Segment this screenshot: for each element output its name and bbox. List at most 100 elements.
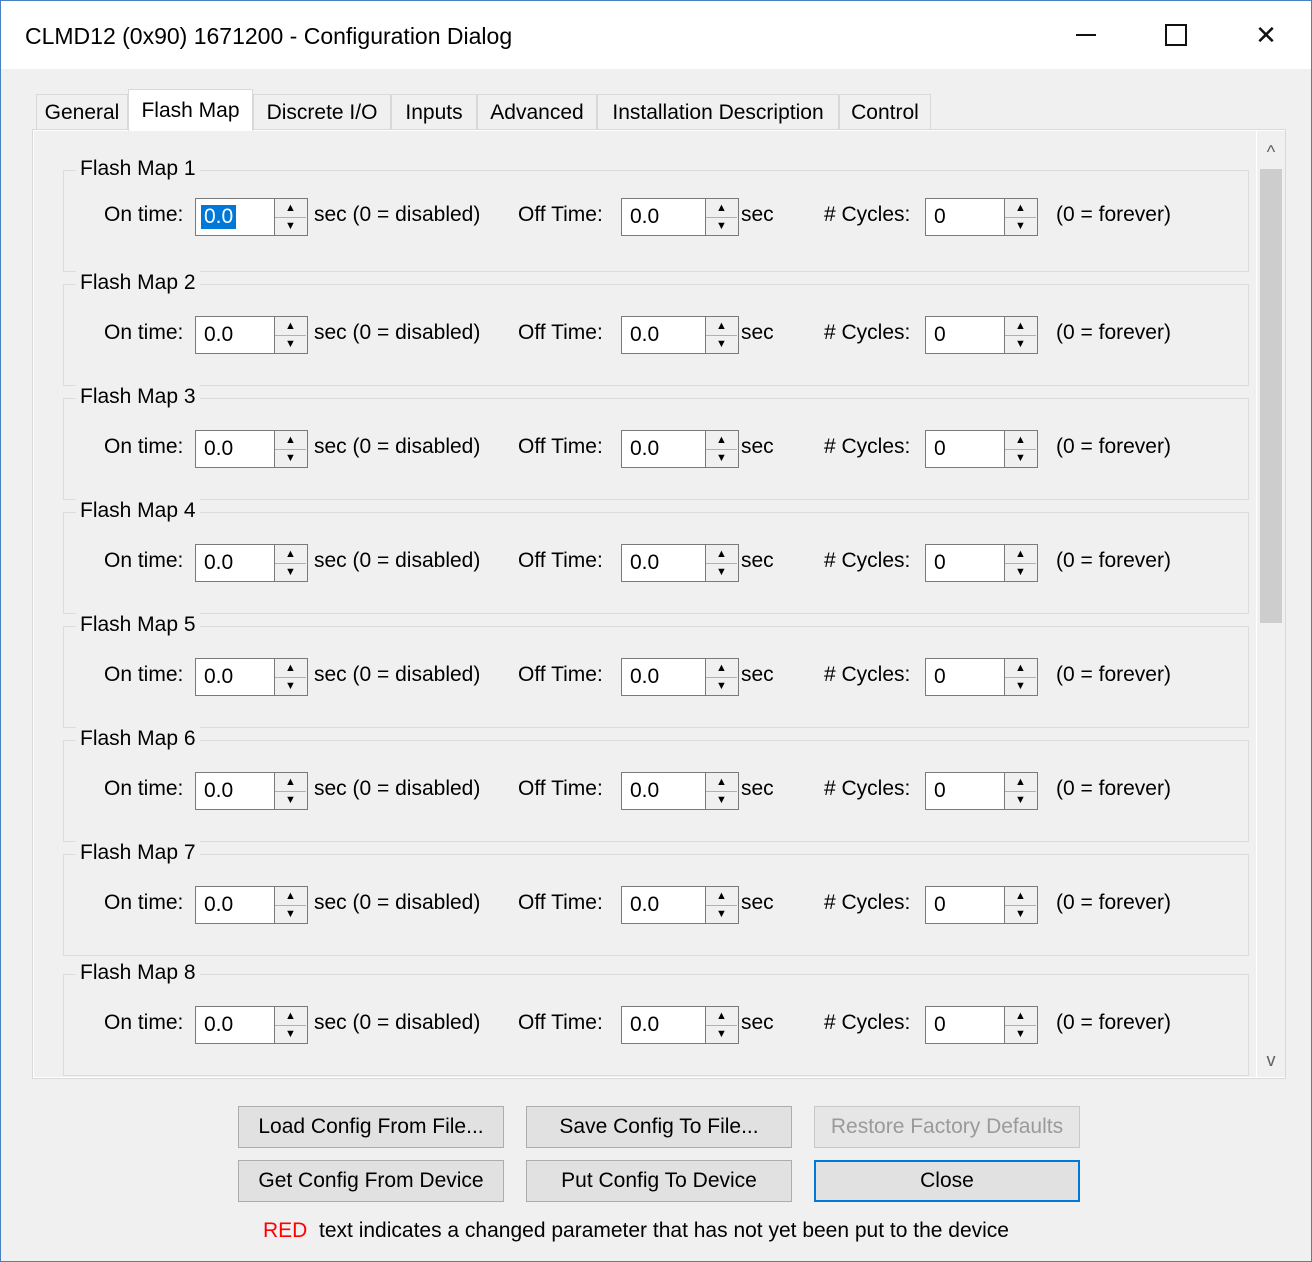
on-time-spinner[interactable]: 0.0 ▲ ▼ (195, 544, 308, 582)
on-time-value[interactable]: 0.0 (204, 551, 233, 575)
minimize-button[interactable] (1041, 1, 1131, 69)
vertical-scrollbar[interactable]: ^ v (1257, 131, 1285, 1077)
cycles-value[interactable]: 0 (934, 437, 946, 461)
spin-up-icon[interactable]: ▲ (706, 659, 737, 678)
off-time-value[interactable]: 0.0 (630, 437, 659, 461)
spin-down-icon[interactable]: ▼ (275, 449, 306, 467)
tab-control[interactable]: Control (839, 94, 931, 130)
spin-down-icon[interactable]: ▼ (706, 563, 737, 581)
cycles-value[interactable]: 0 (934, 205, 946, 229)
tab-installation-description[interactable]: Installation Description (597, 94, 839, 130)
on-time-value[interactable]: 0.0 (204, 323, 233, 347)
cycles-spinner[interactable]: 0 ▲ ▼ (925, 430, 1038, 468)
spin-up-icon[interactable]: ▲ (275, 199, 306, 218)
cycles-value[interactable]: 0 (934, 779, 946, 803)
spin-up-icon[interactable]: ▲ (706, 545, 737, 564)
off-time-value[interactable]: 0.0 (630, 893, 659, 917)
spin-up-icon[interactable]: ▲ (275, 887, 306, 906)
close-button[interactable]: Close (814, 1160, 1080, 1202)
spin-down-icon[interactable]: ▼ (1005, 449, 1036, 467)
spin-up-icon[interactable]: ▲ (1005, 659, 1036, 678)
get-config-button[interactable]: Get Config From Device (238, 1160, 504, 1202)
spin-down-icon[interactable]: ▼ (706, 1025, 737, 1043)
off-time-value[interactable]: 0.0 (630, 323, 659, 347)
on-time-spinner[interactable]: 0.0 ▲ ▼ (195, 772, 308, 810)
spin-up-icon[interactable]: ▲ (706, 431, 737, 450)
tab-discrete-io[interactable]: Discrete I/O (253, 94, 391, 130)
cycles-value[interactable]: 0 (934, 1013, 946, 1037)
spin-up-icon[interactable]: ▲ (706, 199, 737, 218)
cycles-value[interactable]: 0 (934, 665, 946, 689)
spin-down-icon[interactable]: ▼ (1005, 677, 1036, 695)
scroll-down-button[interactable]: v (1257, 1043, 1285, 1077)
spin-down-icon[interactable]: ▼ (1005, 217, 1036, 235)
spin-down-icon[interactable]: ▼ (706, 449, 737, 467)
spin-down-icon[interactable]: ▼ (1005, 563, 1036, 581)
on-time-value[interactable]: 0.0 (204, 893, 233, 917)
spin-up-icon[interactable]: ▲ (706, 1007, 737, 1026)
spin-up-icon[interactable]: ▲ (275, 545, 306, 564)
on-time-value[interactable]: 0.0 (204, 1013, 233, 1037)
spin-up-icon[interactable]: ▲ (706, 887, 737, 906)
cycles-spinner[interactable]: 0 ▲ ▼ (925, 544, 1038, 582)
off-time-value[interactable]: 0.0 (630, 1013, 659, 1037)
cycles-spinner[interactable]: 0 ▲ ▼ (925, 316, 1038, 354)
scroll-up-button[interactable]: ^ (1257, 135, 1285, 169)
spin-up-icon[interactable]: ▲ (706, 317, 737, 336)
spin-down-icon[interactable]: ▼ (275, 791, 306, 809)
on-time-value[interactable]: 0.0 (204, 665, 233, 689)
spin-down-icon[interactable]: ▼ (275, 217, 306, 235)
scrollbar-thumb[interactable] (1260, 169, 1282, 623)
on-time-spinner[interactable]: 0.0 ▲ ▼ (195, 198, 308, 236)
spin-down-icon[interactable]: ▼ (1005, 791, 1036, 809)
cycles-value[interactable]: 0 (934, 893, 946, 917)
spin-up-icon[interactable]: ▲ (1005, 317, 1036, 336)
off-time-spinner[interactable]: 0.0 ▲ ▼ (621, 1006, 739, 1044)
on-time-value[interactable]: 0.0 (201, 205, 237, 229)
on-time-spinner[interactable]: 0.0 ▲ ▼ (195, 316, 308, 354)
off-time-spinner[interactable]: 0.0 ▲ ▼ (621, 544, 739, 582)
spin-down-icon[interactable]: ▼ (706, 905, 737, 923)
tab-general[interactable]: General (36, 94, 128, 130)
spin-up-icon[interactable]: ▲ (706, 773, 737, 792)
off-time-value[interactable]: 0.0 (630, 665, 659, 689)
spin-down-icon[interactable]: ▼ (1005, 1025, 1036, 1043)
spin-up-icon[interactable]: ▲ (1005, 1007, 1036, 1026)
off-time-spinner[interactable]: 0.0 ▲ ▼ (621, 772, 739, 810)
spin-down-icon[interactable]: ▼ (706, 791, 737, 809)
off-time-value[interactable]: 0.0 (630, 779, 659, 803)
spin-up-icon[interactable]: ▲ (275, 773, 306, 792)
spin-up-icon[interactable]: ▲ (1005, 545, 1036, 564)
on-time-value[interactable]: 0.0 (204, 437, 233, 461)
spin-down-icon[interactable]: ▼ (1005, 905, 1036, 923)
off-time-spinner[interactable]: 0.0 ▲ ▼ (621, 886, 739, 924)
spin-down-icon[interactable]: ▼ (275, 335, 306, 353)
tab-inputs[interactable]: Inputs (391, 94, 477, 130)
spin-down-icon[interactable]: ▼ (275, 677, 306, 695)
cycles-spinner[interactable]: 0 ▲ ▼ (925, 1006, 1038, 1044)
spin-down-icon[interactable]: ▼ (706, 677, 737, 695)
cycles-spinner[interactable]: 0 ▲ ▼ (925, 198, 1038, 236)
on-time-value[interactable]: 0.0 (204, 779, 233, 803)
tab-advanced[interactable]: Advanced (477, 94, 597, 130)
save-config-button[interactable]: Save Config To File... (526, 1106, 792, 1148)
cycles-value[interactable]: 0 (934, 551, 946, 575)
on-time-spinner[interactable]: 0.0 ▲ ▼ (195, 658, 308, 696)
cycles-spinner[interactable]: 0 ▲ ▼ (925, 658, 1038, 696)
maximize-button[interactable] (1131, 1, 1221, 69)
spin-up-icon[interactable]: ▲ (275, 1007, 306, 1026)
spin-down-icon[interactable]: ▼ (706, 217, 737, 235)
off-time-spinner[interactable]: 0.0 ▲ ▼ (621, 430, 739, 468)
spin-down-icon[interactable]: ▼ (275, 1025, 306, 1043)
spin-up-icon[interactable]: ▲ (1005, 199, 1036, 218)
spin-up-icon[interactable]: ▲ (1005, 773, 1036, 792)
spin-up-icon[interactable]: ▲ (275, 431, 306, 450)
spin-up-icon[interactable]: ▲ (275, 317, 306, 336)
spin-down-icon[interactable]: ▼ (706, 335, 737, 353)
cycles-spinner[interactable]: 0 ▲ ▼ (925, 886, 1038, 924)
spin-down-icon[interactable]: ▼ (275, 563, 306, 581)
on-time-spinner[interactable]: 0.0 ▲ ▼ (195, 430, 308, 468)
spin-down-icon[interactable]: ▼ (275, 905, 306, 923)
cycles-value[interactable]: 0 (934, 323, 946, 347)
on-time-spinner[interactable]: 0.0 ▲ ▼ (195, 886, 308, 924)
